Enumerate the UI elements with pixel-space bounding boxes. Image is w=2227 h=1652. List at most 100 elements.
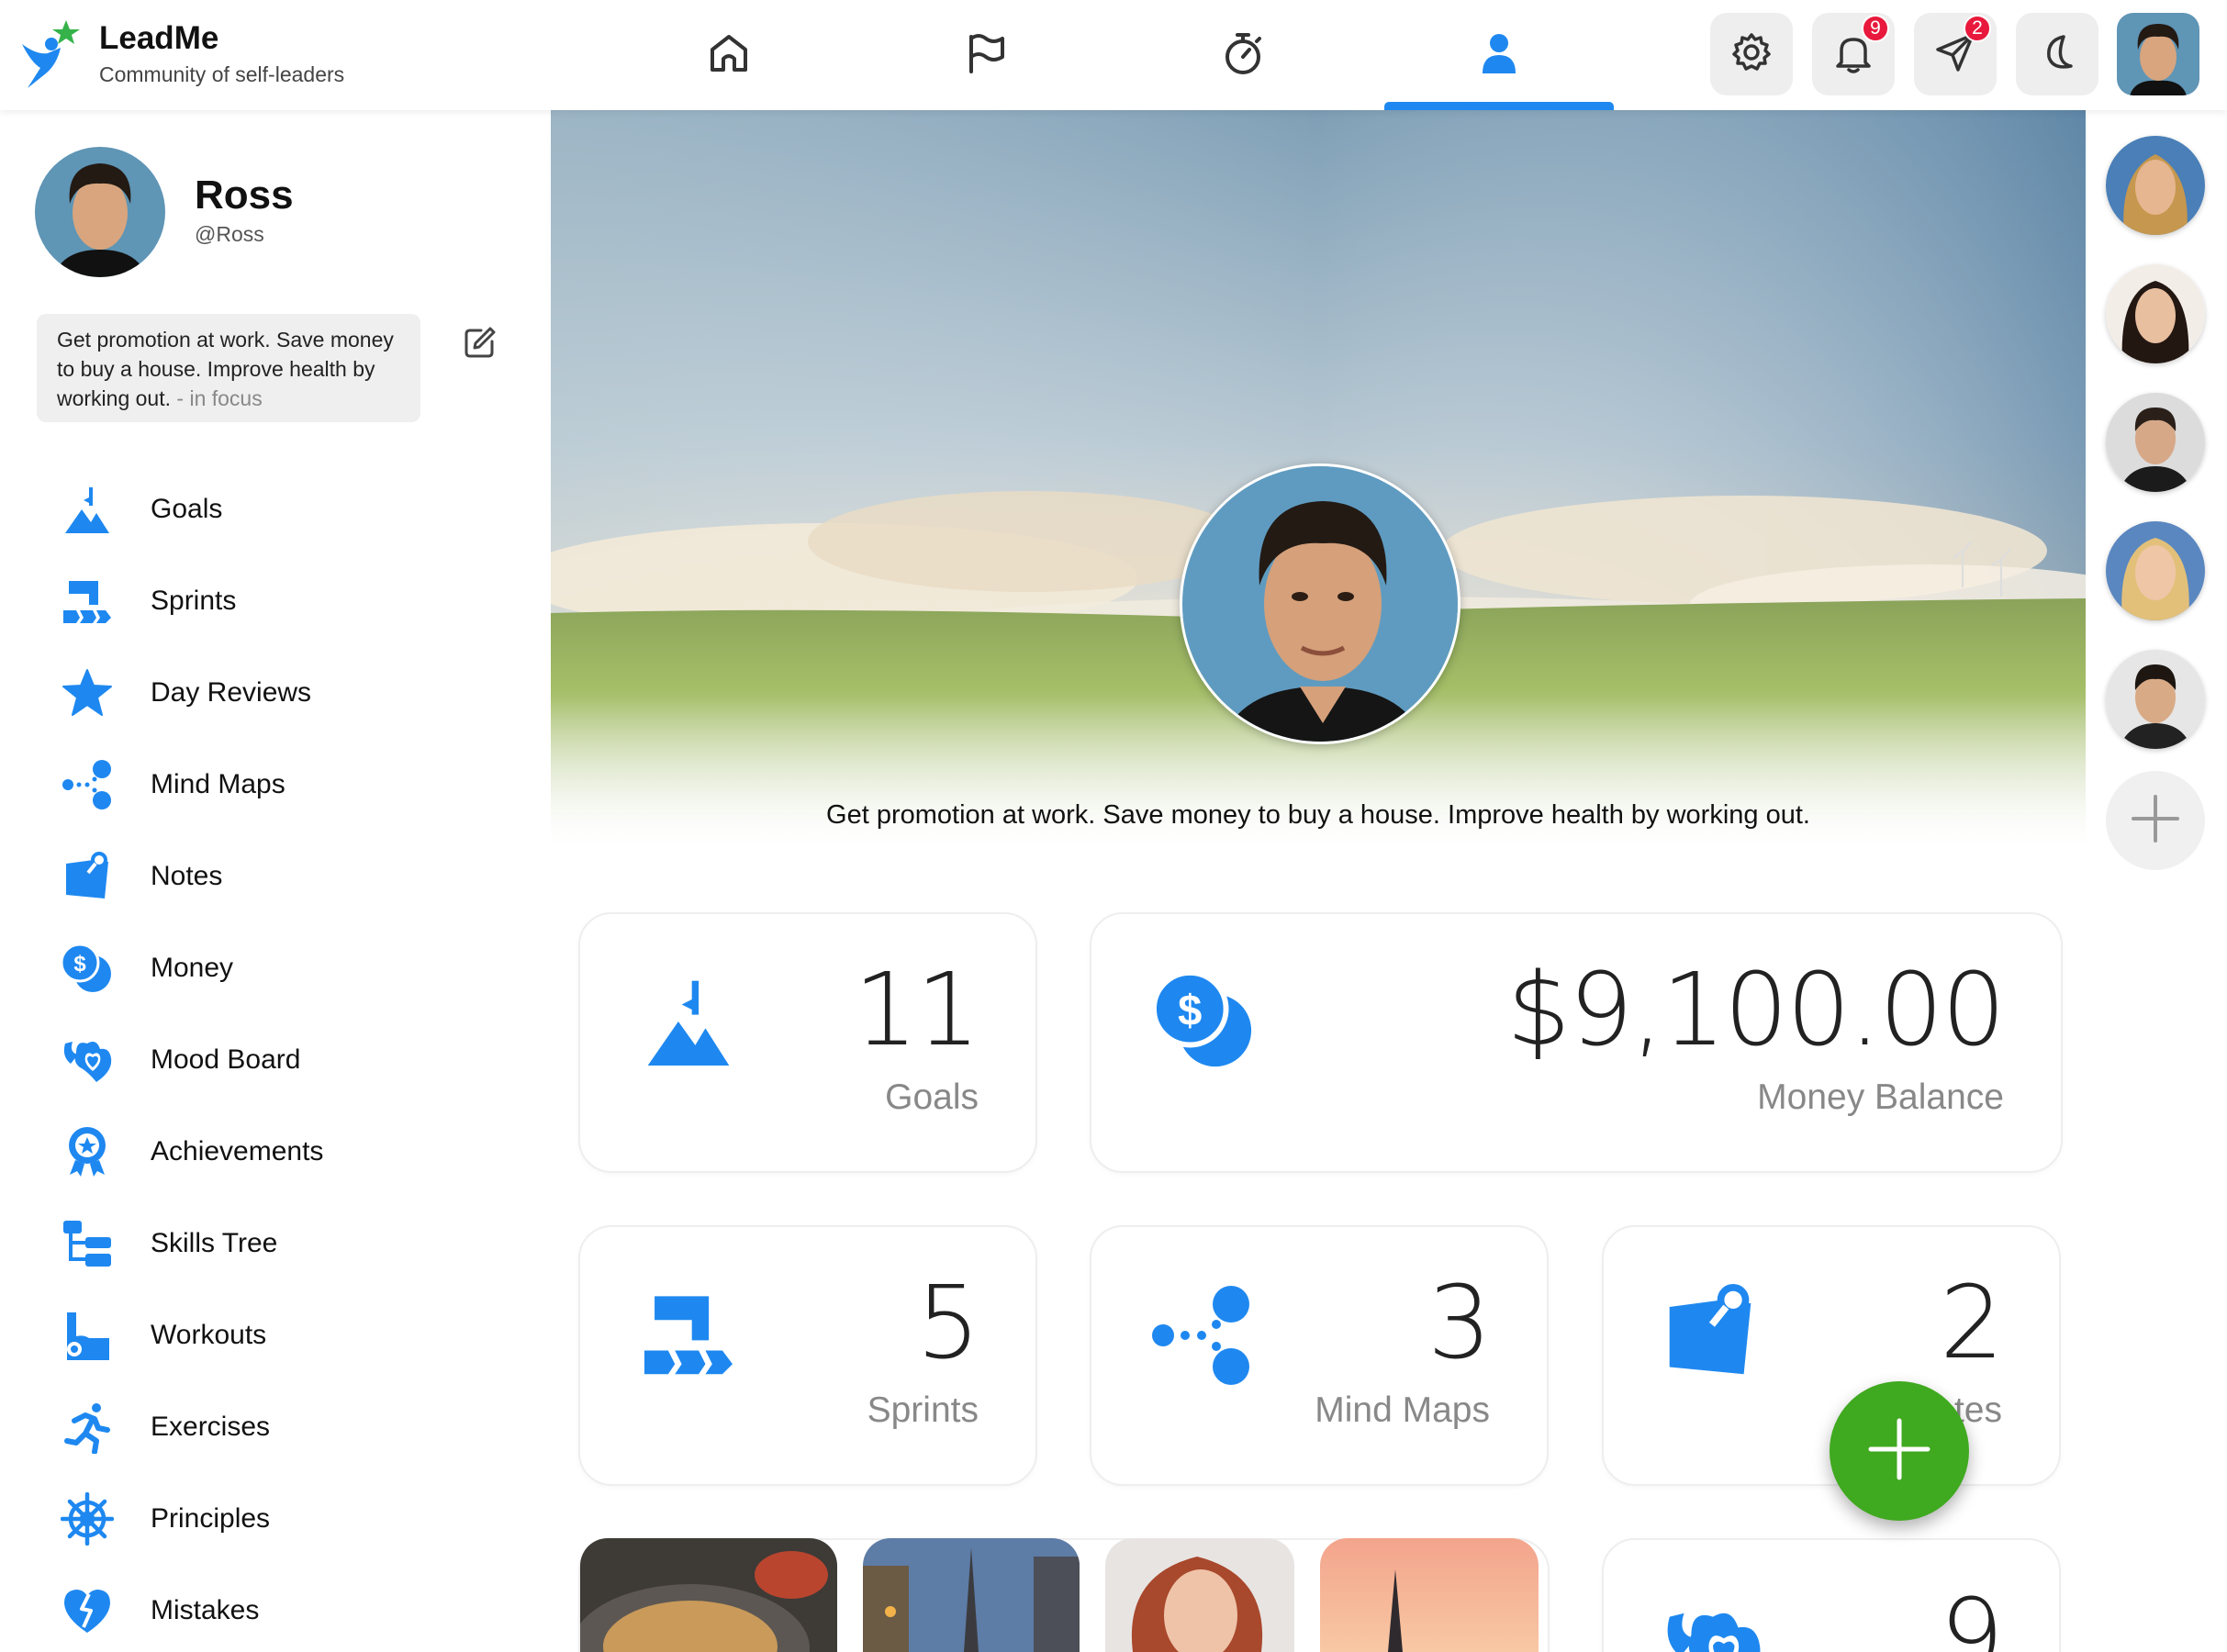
- person-icon: [1475, 29, 1523, 82]
- flag-icon: [962, 29, 1010, 82]
- friend-avatar[interactable]: [2106, 393, 2205, 492]
- mood-board-count: 9: [1940, 1577, 2004, 1652]
- profile-avatar[interactable]: [35, 147, 165, 277]
- goals-icon: [644, 973, 733, 1075]
- money-stat-card[interactable]: $ $9,100.00 Money Balance: [1090, 912, 2063, 1173]
- stopwatch-icon: [1219, 29, 1267, 82]
- profile-cover: Get promotion at work. Save money to buy…: [551, 110, 2086, 854]
- money-label: Money Balance: [1757, 1077, 2004, 1117]
- sidebar-item-exercises[interactable]: Exercises: [59, 1400, 270, 1455]
- sidebar-item-goals[interactable]: Goals: [59, 482, 222, 537]
- mood-board-stat-card[interactable]: 9: [1602, 1538, 2061, 1652]
- tab-profile[interactable]: [1384, 0, 1614, 110]
- sidebar-item-workouts[interactable]: Workouts: [59, 1308, 266, 1363]
- sidebar-item-mind-maps[interactable]: Mind Maps: [59, 757, 285, 812]
- mood-photo[interactable]: [580, 1538, 837, 1652]
- edit-icon: [463, 327, 498, 363]
- edit-focus-button[interactable]: [463, 325, 498, 360]
- sprints-count: 5: [916, 1264, 980, 1381]
- user-avatar-button[interactable]: [2117, 13, 2199, 95]
- focus-suffix: - in focus: [176, 386, 263, 410]
- sidebar-item-label: Day Reviews: [151, 677, 312, 708]
- sidebar-item-label: Workouts: [151, 1320, 267, 1350]
- add-friend-button[interactable]: [2106, 771, 2205, 870]
- gear-icon: [1730, 31, 1773, 78]
- goals-label: Goals: [885, 1077, 979, 1117]
- dark-mode-button[interactable]: [2016, 13, 2098, 95]
- hero-avatar[interactable]: [1180, 463, 1460, 744]
- star-icon: [59, 665, 116, 720]
- friend-avatar[interactable]: [2106, 521, 2205, 620]
- svg-text:$: $: [1178, 986, 1202, 1034]
- sprints-icon: [641, 1289, 736, 1382]
- sprints-icon: [59, 574, 116, 629]
- settings-button[interactable]: [1710, 13, 1793, 95]
- notes-count: 2: [1940, 1264, 2004, 1381]
- sidebar-item-mood-board[interactable]: Mood Board: [59, 1032, 300, 1088]
- sidebar-item-label: Mistakes: [151, 1595, 260, 1625]
- tab-home[interactable]: [614, 0, 844, 110]
- top-bar: LeadMe Community of self-leaders 9 2: [0, 0, 2227, 110]
- mind-map-icon: [1148, 1284, 1255, 1391]
- sidebar-item-label: Goals: [151, 494, 223, 524]
- sidebar-item-skills-tree[interactable]: Skills Tree: [59, 1216, 277, 1271]
- tab-timer[interactable]: [1128, 0, 1358, 110]
- svg-text:$: $: [73, 952, 86, 977]
- sidebar-item-notes[interactable]: Notes: [59, 849, 222, 904]
- money-icon: $: [1150, 969, 1259, 1075]
- app-name: LeadMe: [99, 20, 219, 56]
- friend-avatar[interactable]: [2106, 650, 2205, 749]
- sidebar-item-label: Mood Board: [151, 1044, 301, 1075]
- leadme-logo[interactable]: [20, 17, 84, 90]
- sidebar-item-label: Sprints: [151, 586, 237, 616]
- mood-photo[interactable]: [1320, 1538, 1539, 1652]
- focus-statement: Get promotion at work. Save money to buy…: [37, 314, 420, 422]
- achievement-icon: [59, 1124, 116, 1179]
- messages-badge: 2: [1964, 15, 1991, 42]
- workout-icon: [59, 1308, 116, 1363]
- notifications-badge: 9: [1862, 15, 1889, 42]
- plus-icon: [2130, 793, 2181, 849]
- tab-goals[interactable]: [871, 0, 1101, 110]
- sidebar-item-mistakes[interactable]: Mistakes: [59, 1583, 259, 1638]
- app-page: LeadMe Community of self-leaders 9 2 Ros…: [0, 0, 2227, 1652]
- sidebar-item-principles[interactable]: Principles: [59, 1491, 270, 1546]
- exercise-icon: [59, 1400, 116, 1455]
- profile-handle: @Ross: [195, 222, 264, 246]
- friend-avatar[interactable]: [2106, 136, 2205, 235]
- money-balance: $9,100.00: [1506, 951, 2006, 1068]
- sprints-stat-card[interactable]: 5 Sprints: [578, 1225, 1037, 1486]
- plus-icon: [1867, 1417, 1931, 1486]
- add-entry-fab[interactable]: [1830, 1381, 1969, 1521]
- goals-count: 11: [854, 951, 980, 1068]
- mind-maps-label: Mind Maps: [1315, 1390, 1490, 1430]
- messages-button[interactable]: 2: [1914, 13, 1997, 95]
- mood-photo[interactable]: [863, 1538, 1080, 1652]
- hero-focus-text: Get promotion at work. Save money to buy…: [826, 800, 1810, 830]
- sidebar-item-label: Skills Tree: [151, 1228, 278, 1258]
- sidebar-item-label: Notes: [151, 861, 223, 891]
- money-icon: $: [59, 941, 116, 996]
- mind-map-icon: [59, 757, 116, 812]
- notifications-button[interactable]: 9: [1812, 13, 1895, 95]
- mind-maps-count: 3: [1427, 1264, 1492, 1381]
- mood-photo[interactable]: [1105, 1538, 1294, 1652]
- sidebar-item-label: Money: [151, 953, 234, 983]
- goals-stat-card[interactable]: 11 Goals: [578, 912, 1037, 1173]
- sidebar-item-sprints[interactable]: Sprints: [59, 574, 236, 629]
- home-icon: [705, 29, 753, 82]
- friend-avatar[interactable]: [2106, 264, 2205, 363]
- mood-board-icon: [59, 1032, 116, 1088]
- profile-name: Ross: [195, 173, 294, 218]
- notes-icon: [1662, 1282, 1758, 1386]
- sidebar-item-achievements[interactable]: Achievements: [59, 1124, 323, 1179]
- sidebar-item-day-reviews[interactable]: Day Reviews: [59, 665, 311, 720]
- skills-tree-icon: [59, 1216, 116, 1271]
- goals-icon: [59, 482, 116, 537]
- mind-maps-stat-card[interactable]: 3 Mind Maps: [1090, 1225, 1549, 1486]
- sidebar-item-money[interactable]: $ Money: [59, 941, 233, 996]
- principles-icon: [59, 1491, 116, 1546]
- app-tagline: Community of self-leaders: [99, 62, 345, 86]
- sidebar-item-label: Mind Maps: [151, 769, 285, 799]
- sidebar-item-label: Principles: [151, 1503, 271, 1534]
